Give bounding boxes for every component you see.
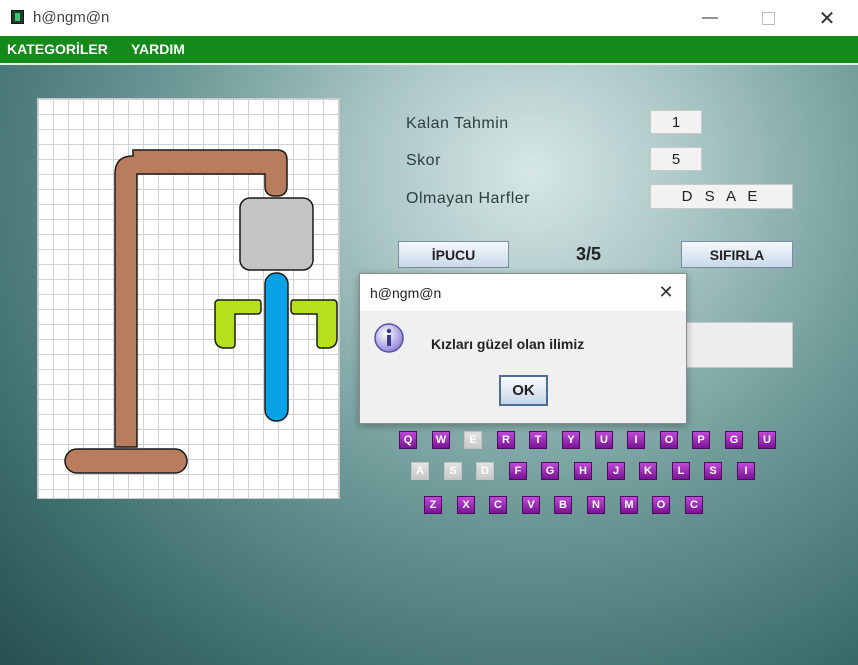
hint-button[interactable]: İPUCU [398,241,509,268]
letter-key-t[interactable]: T [529,431,547,449]
hint-dialog: h@ngm@n ✕ Kızları güzel olan ilimiz OK [359,273,687,424]
hangman-board [37,98,340,499]
dialog-titlebar: h@ngm@n ✕ [360,274,686,311]
letter-key-o[interactable]: O [652,496,670,514]
score-label: Skor [406,152,441,169]
letter-key-r[interactable]: R [497,431,515,449]
dialog-message: Kızları güzel olan ilimiz [431,336,585,352]
left-arm-icon [214,299,262,349]
letter-key-z[interactable]: Z [424,496,442,514]
dialog-close-icon[interactable]: ✕ [646,274,686,311]
dialog-title: h@ngm@n [370,285,442,301]
letter-key-g[interactable]: G [541,462,559,480]
letter-key-j[interactable]: J [607,462,625,480]
window-title: h@ngm@n [33,9,110,26]
ok-button[interactable]: OK [499,375,548,406]
letter-key-y[interactable]: Y [562,431,580,449]
maximize-icon[interactable] [745,0,791,36]
info-icon [374,323,404,353]
letter-key-s: S [444,462,462,480]
gallows-base-icon [64,448,188,474]
remaining-guesses-value: 1 [650,110,702,134]
letter-key-i[interactable]: I [737,462,755,480]
letter-key-o[interactable]: O [660,431,678,449]
letter-key-x[interactable]: X [457,496,475,514]
remaining-guesses-label: Kalan Tahmin [406,115,509,132]
letter-key-w[interactable]: W [432,431,450,449]
close-icon[interactable]: ✕ [804,0,850,36]
letter-key-u[interactable]: U [758,431,776,449]
minimize-icon[interactable]: — [687,0,733,36]
letter-key-u[interactable]: U [595,431,613,449]
menu-kategoriler[interactable]: KATEGORİLER [7,41,108,57]
menu-bar: KATEGORİLER YARDIM [0,36,858,65]
hangman-drawing [64,149,338,474]
window-titlebar: h@ngm@n — ✕ [0,0,858,36]
letter-key-l[interactable]: L [672,462,690,480]
letter-key-d: D [476,462,494,480]
head-icon [239,197,314,271]
missing-letters-label: Olmayan Harfler [406,190,530,207]
body-icon [264,272,289,422]
letter-key-b[interactable]: B [554,496,572,514]
letter-key-a: A [411,462,429,480]
letter-key-s[interactable]: S [704,462,722,480]
answer-display [680,322,793,368]
reset-button[interactable]: SIFIRLA [681,241,793,268]
letter-key-k[interactable]: K [639,462,657,480]
letter-key-i[interactable]: I [627,431,645,449]
app-icon [11,10,24,24]
score-value: 5 [650,147,702,171]
menu-yardim[interactable]: YARDIM [131,41,185,57]
letter-key-f[interactable]: F [509,462,527,480]
letter-key-c[interactable]: C [685,496,703,514]
right-arm-icon [290,299,338,349]
letter-key-q[interactable]: Q [399,431,417,449]
letter-key-p[interactable]: P [692,431,710,449]
letter-key-m[interactable]: M [620,496,638,514]
letter-key-n[interactable]: N [587,496,605,514]
letter-key-c[interactable]: C [489,496,507,514]
letter-key-e: E [464,431,482,449]
letter-key-v[interactable]: V [522,496,540,514]
gallows-top-icon [114,149,288,448]
letter-key-g[interactable]: G [725,431,743,449]
hint-counter: 3/5 [576,244,602,264]
letter-key-h[interactable]: H [574,462,592,480]
missing-letters-value: D S A E [650,184,793,209]
